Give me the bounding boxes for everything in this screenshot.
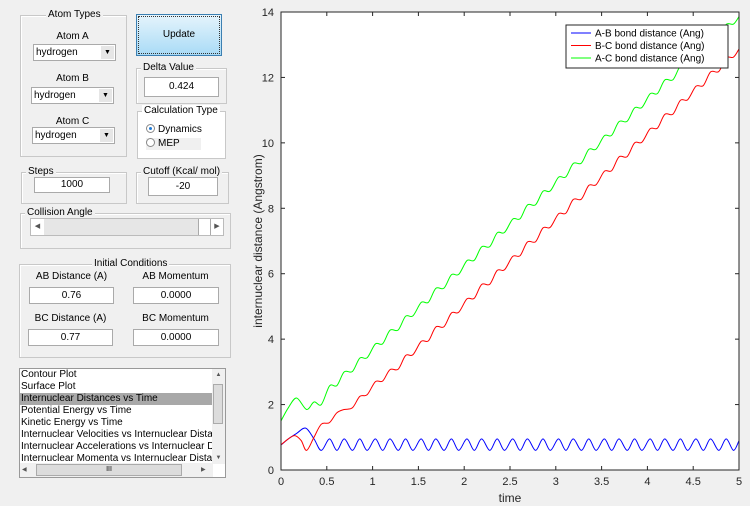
- horizontal-scroll-thumb[interactable]: III: [36, 464, 182, 476]
- delta-value-input[interactable]: 0.424: [144, 77, 219, 97]
- legend-entry: B-C bond distance (Ang): [595, 41, 705, 52]
- collision-angle-title: Collision Angle: [25, 207, 95, 218]
- plot-type-listbox[interactable]: Contour Plot Surface Plot Internuclear Dis…: [19, 368, 226, 478]
- y-axis-label: internuclear distance (Angstrom): [251, 154, 265, 327]
- y-tick-label: 8: [268, 203, 274, 215]
- scroll-right-icon[interactable]: ▶: [210, 219, 223, 235]
- x-tick-label: 1.5: [411, 476, 426, 488]
- atom-types-title: Atom Types: [46, 9, 103, 20]
- cutoff-title: Cutoff (Kcal/ mol): [141, 166, 223, 177]
- radio-mep[interactable]: MEP: [146, 138, 201, 150]
- scroll-grip: III: [106, 466, 112, 473]
- calculation-type-title: Calculation Type: [142, 105, 220, 116]
- scroll-right-icon[interactable]: ▶: [201, 463, 211, 477]
- list-item[interactable]: Internuclear Velocities vs Internuclear …: [20, 429, 214, 441]
- x-axis-label: time: [499, 491, 522, 505]
- legend-entry: A-B bond distance (Ang): [595, 29, 704, 40]
- horizontal-scrollbar[interactable]: ◀ III ▶: [20, 463, 213, 477]
- chevron-down-icon: ▼: [101, 46, 114, 59]
- atom-a-label: Atom A: [56, 31, 89, 42]
- radio-mep-label: MEP: [158, 138, 180, 149]
- atom-c-label: Atom C: [55, 116, 90, 127]
- list-item[interactable]: Potential Energy vs Time: [20, 405, 214, 417]
- x-tick-label: 0.5: [319, 476, 334, 488]
- x-tick-label: 3.5: [594, 476, 609, 488]
- cutoff-input[interactable]: -20: [148, 177, 218, 196]
- list-item[interactable]: Surface Plot: [20, 381, 214, 393]
- radio-dynamics[interactable]: Dynamics: [146, 124, 202, 136]
- ab-momentum-input[interactable]: 0.0000: [133, 287, 219, 304]
- list-item[interactable]: Contour Plot: [20, 369, 214, 381]
- y-tick-label: 4: [268, 334, 274, 346]
- x-tick-label: 4.5: [686, 476, 701, 488]
- radio-selected-icon: [146, 124, 155, 133]
- x-tick-label: 2.5: [502, 476, 517, 488]
- atom-a-value: hydrogen: [36, 47, 78, 58]
- scroll-left-icon[interactable]: ◀: [22, 463, 34, 477]
- atom-b-label: Atom B: [56, 73, 89, 84]
- vertical-scrollbar[interactable]: ▲ ▼: [212, 369, 225, 464]
- atom-c-select[interactable]: hydrogen ▼: [32, 127, 115, 144]
- y-tick-label: 14: [262, 7, 274, 19]
- atom-a-select[interactable]: hydrogen ▼: [33, 44, 116, 61]
- steps-title: Steps: [26, 166, 56, 177]
- vertical-scroll-thumb[interactable]: [213, 384, 223, 424]
- update-button[interactable]: Update: [136, 14, 222, 56]
- x-tick-label: 5: [736, 476, 742, 488]
- collision-angle-slider[interactable]: ◀ ▶: [30, 218, 224, 236]
- scroll-down-icon[interactable]: ▼: [212, 452, 225, 464]
- distance-vs-time-chart: 0 0.5 1 1.5 2 2.5 3 3.5 4 4.5 5 0 2 4 6 8 10 12 14 time inte…: [251, 7, 742, 505]
- list-item[interactable]: Kinetic Energy vs Time: [20, 417, 214, 429]
- scroll-left-icon[interactable]: ◀: [31, 219, 44, 235]
- x-tick-label: 1: [370, 476, 376, 488]
- x-tick-label: 0: [278, 476, 284, 488]
- bc-momentum-input[interactable]: 0.0000: [133, 329, 219, 346]
- x-tick-label: 3: [553, 476, 559, 488]
- bc-distance-input[interactable]: 0.77: [28, 329, 113, 346]
- ab-distance-label: AB Distance (A): [35, 271, 108, 282]
- radio-dynamics-label: Dynamics: [158, 124, 202, 135]
- chevron-down-icon: ▼: [100, 129, 113, 142]
- radio-unselected-icon: [146, 138, 155, 147]
- ab-momentum-label: AB Momentum: [142, 271, 209, 282]
- list-item[interactable]: Internuclear Accelerations vs Internucle…: [20, 441, 214, 453]
- ab-distance-input[interactable]: 0.76: [29, 287, 114, 304]
- x-tick-label: 4: [644, 476, 650, 488]
- list-item[interactable]: Internuclear Distances vs Time: [20, 393, 214, 405]
- bc-momentum-label: BC Momentum: [142, 313, 209, 324]
- y-tick-label: 6: [268, 269, 274, 281]
- scroll-up-icon[interactable]: ▲: [212, 369, 225, 381]
- initial-conditions-title: Initial Conditions: [92, 258, 170, 269]
- atom-b-select[interactable]: hydrogen ▼: [31, 87, 114, 104]
- y-tick-label: 10: [262, 138, 274, 150]
- steps-input[interactable]: 1000: [34, 177, 110, 193]
- x-tick-label: 2: [461, 476, 467, 488]
- atom-c-value: hydrogen: [35, 130, 77, 141]
- legend-entry: A-C bond distance (Ang): [595, 54, 705, 65]
- y-tick-label: 2: [268, 400, 274, 412]
- chevron-down-icon: ▼: [99, 89, 112, 102]
- delta-value-title: Delta Value: [141, 62, 196, 73]
- y-tick-label: 0: [268, 465, 274, 477]
- y-tick-label: 12: [262, 72, 274, 84]
- bc-distance-label: BC Distance (A): [34, 313, 107, 324]
- atom-b-value: hydrogen: [34, 90, 76, 101]
